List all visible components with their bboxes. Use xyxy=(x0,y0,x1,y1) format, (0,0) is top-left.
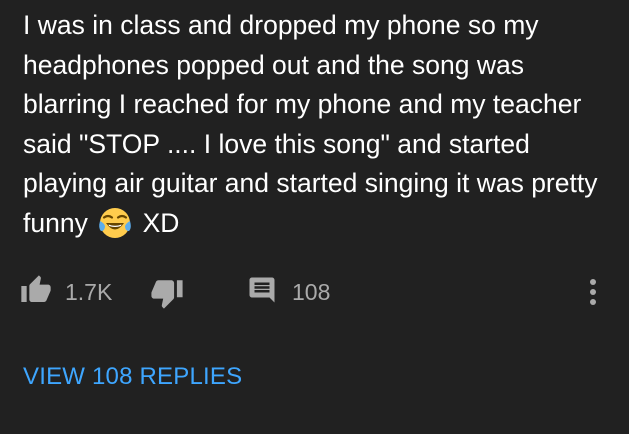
comment-icon xyxy=(247,275,277,310)
comment-text: I was in class and dropped my phone so m… xyxy=(23,6,613,244)
reply-button[interactable]: 108 xyxy=(247,276,330,308)
reply-count: 108 xyxy=(292,279,331,305)
more-vert-icon xyxy=(578,279,608,314)
like-count: 1.7K xyxy=(65,279,113,305)
thumbs-up-icon xyxy=(20,274,52,311)
laughing-emoji-icon xyxy=(97,204,133,240)
thumbs-down-icon xyxy=(150,280,184,314)
dislike-button[interactable] xyxy=(150,276,184,310)
view-replies-link[interactable]: VIEW 108 REPLIES xyxy=(23,362,242,392)
comment-action-bar: 1.7K 108 xyxy=(0,272,629,312)
comment-text-tail: XD xyxy=(142,207,180,238)
like-button[interactable]: 1.7K xyxy=(20,274,113,311)
more-options-button[interactable] xyxy=(578,276,608,310)
